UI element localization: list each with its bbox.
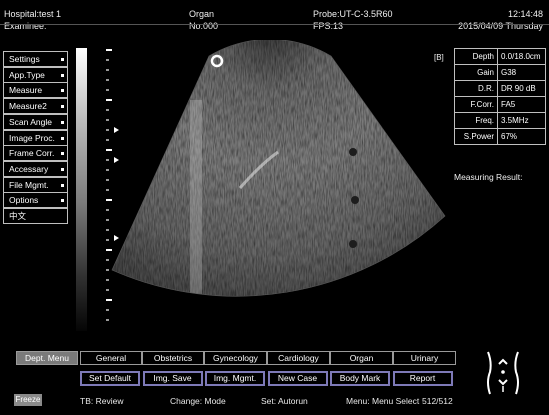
param-key: Depth — [454, 48, 498, 65]
menu-item-marker-icon — [61, 58, 64, 61]
menu-item[interactable]: Image Proc. — [3, 129, 68, 146]
grayscale-bar — [76, 48, 87, 331]
action-button[interactable]: New Case — [267, 371, 328, 386]
ultrasound-image[interactable] — [90, 40, 450, 340]
menu-item[interactable]: Settings — [3, 51, 68, 67]
clock-time: 12:14:48 — [507, 9, 543, 19]
param-value: FA5 — [497, 96, 546, 113]
menu-item-label: Accessary — [9, 163, 49, 174]
menu-item-label: 中文 — [9, 211, 27, 221]
menu-item[interactable]: App.Type — [3, 66, 68, 83]
menu-item[interactable]: Scan Angle — [3, 113, 68, 130]
param-row: Gain G38 — [454, 64, 546, 81]
menu-item-marker-icon — [61, 105, 64, 109]
menu-item-marker-icon — [61, 167, 64, 171]
action-button[interactable]: Report — [392, 371, 453, 386]
image-mode-label: [B] — [434, 53, 444, 62]
dept-tab[interactable]: Dept. Menu — [16, 351, 78, 365]
param-value: 0.0/18.0cm — [497, 48, 546, 65]
menu-item-marker-icon — [61, 152, 64, 156]
param-row: S.Power 67% — [454, 128, 546, 145]
focus-marker-icon — [114, 157, 119, 163]
parameter-table: Depth 0.0/18.0cm Gain G38 D.R. DR 90 dB F.Corr… — [454, 48, 546, 145]
header-divider — [0, 24, 549, 25]
param-row: F.Corr. FA5 — [454, 96, 546, 113]
menu-item[interactable]: Frame Corr. — [3, 145, 68, 162]
menu-item-label: Options — [9, 195, 39, 206]
menu-item-label: Measure — [9, 85, 43, 96]
menu-item-label: File Mgmt. — [9, 179, 49, 190]
dept-tab[interactable]: General — [80, 351, 142, 365]
param-key: Gain — [454, 64, 498, 81]
measuring-result-label: Measuring Result: — [454, 172, 523, 182]
param-value: DR 90 dB — [497, 80, 546, 97]
focus-marker-icon — [114, 235, 119, 241]
preset-label: Organ — [189, 9, 215, 19]
param-key: D.R. — [454, 80, 498, 97]
dept-tab[interactable]: Urinary — [393, 351, 456, 365]
menu-item-label: Measure2 — [9, 101, 47, 112]
menu-item[interactable]: Measure — [3, 82, 68, 99]
param-value: 67% — [497, 128, 546, 145]
status-menu: Menu: Menu Select — [346, 396, 420, 406]
menu-item-label: Image Proc. — [9, 132, 55, 143]
menu-item-marker-icon — [61, 120, 64, 124]
action-button[interactable]: Img. Mgmt. — [205, 371, 265, 386]
param-value: 3.5MHz — [497, 112, 546, 129]
probe-label: Probe:UT-C-3.5R60 — [313, 9, 393, 19]
hospital-label: Hospital:test 1 — [4, 9, 62, 19]
freeze-indicator[interactable]: Freeze — [14, 394, 42, 406]
menu-item[interactable]: File Mgmt. — [3, 176, 68, 193]
action-button[interactable]: Body Mark — [330, 371, 390, 386]
menu-item[interactable]: Accessary — [3, 160, 68, 177]
menu-item-label: Scan Angle — [9, 116, 53, 127]
body-mark-icon[interactable] — [478, 348, 528, 400]
status-set: Set: Autorun — [261, 396, 308, 406]
param-key: Freq. — [454, 112, 498, 129]
menu-item-marker-icon — [61, 136, 64, 140]
depth-scale — [106, 49, 119, 321]
param-row: Depth 0.0/18.0cm — [454, 48, 546, 65]
status-tb: TB: Review — [80, 396, 124, 406]
menu-item-label: Frame Corr. — [9, 148, 55, 159]
menu-item-marker-icon — [61, 89, 64, 93]
fps-label: FPS:13 — [313, 21, 344, 31]
param-value: G38 — [497, 64, 546, 81]
number-label: No:000 — [189, 21, 219, 31]
action-button[interactable]: Img. Save — [142, 371, 203, 386]
menu-item-marker-icon — [61, 73, 64, 77]
dept-tab[interactable]: Cardiology — [267, 351, 330, 365]
menu-item-marker-icon — [61, 183, 64, 187]
examinee-label: Examinee: — [4, 21, 47, 31]
dept-tab[interactable]: Obstetrics — [142, 351, 204, 365]
dept-tab[interactable]: Organ — [330, 351, 393, 365]
param-row: Freq. 3.5MHz — [454, 112, 546, 129]
param-key: S.Power — [454, 128, 498, 145]
param-key: F.Corr. — [454, 96, 498, 113]
menu-item[interactable]: Measure2 — [3, 98, 68, 115]
param-row: D.R. DR 90 dB — [454, 80, 546, 97]
menu-item-label: App.Type — [9, 69, 45, 80]
action-button[interactable]: Set Default — [80, 371, 140, 386]
status-change: Change: Mode — [170, 396, 226, 406]
menu-item[interactable]: Options — [3, 192, 68, 209]
menu-item-label: Settings — [9, 54, 40, 64]
menu-item[interactable]: 中文 — [3, 208, 68, 224]
clock-date: 2015/04/09 Thursday — [458, 21, 543, 31]
status-frames: 512/512 — [422, 396, 453, 406]
dept-tab[interactable]: Gynecology — [204, 351, 267, 365]
menu-item-marker-icon — [61, 199, 64, 203]
focus-marker-icon — [114, 127, 119, 133]
